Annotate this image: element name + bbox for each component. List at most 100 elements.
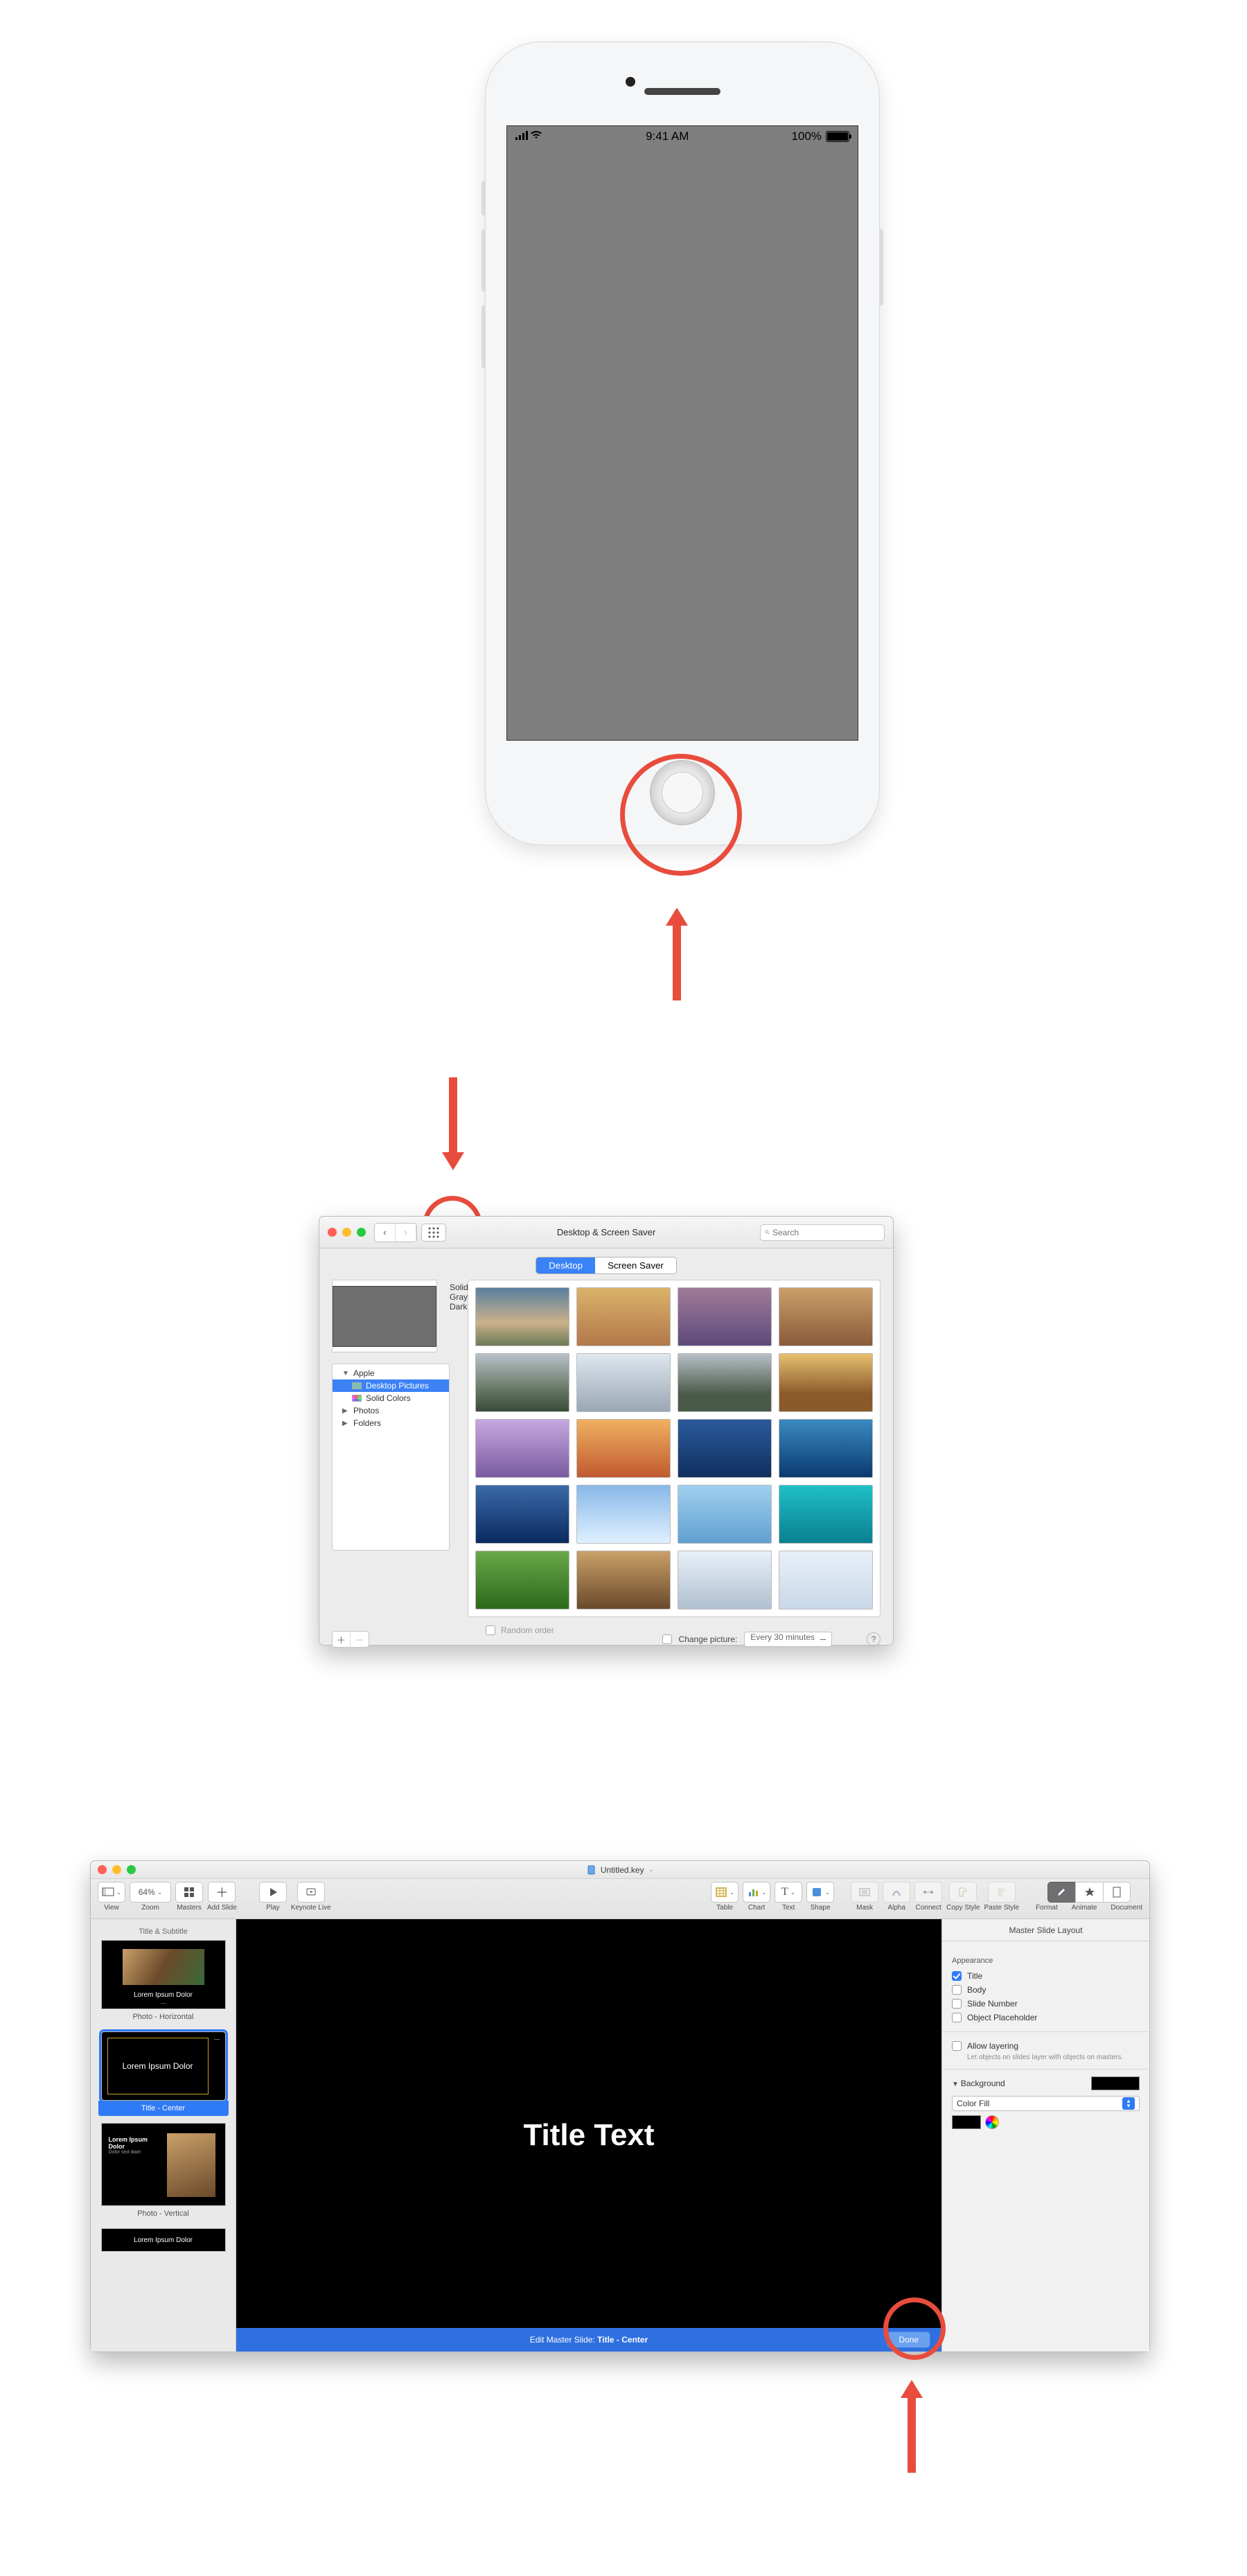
format-inspector: Master Slide Layout Appearance Title Bod…	[941, 1919, 1149, 2352]
fill-color-well[interactable]	[952, 2115, 981, 2129]
wallpaper-name: Solid Gray Dark	[450, 1280, 468, 1312]
copy-style-button[interactable]	[949, 1882, 977, 1903]
slide-number-checkbox[interactable]	[952, 1999, 962, 2009]
alpha-button[interactable]	[883, 1882, 910, 1903]
allow-layering-hint: Let objects on slides layer with objects…	[952, 2053, 1140, 2062]
remove-button[interactable]: －	[351, 1632, 369, 1647]
inspector-segmented[interactable]	[1047, 1882, 1131, 1903]
close-icon[interactable]	[98, 1865, 107, 1874]
table-button[interactable]: ⌄	[711, 1882, 739, 1903]
masters-icon	[183, 1886, 195, 1898]
tab-desktop[interactable]: Desktop	[536, 1258, 595, 1273]
add-button[interactable]: ＋	[333, 1632, 351, 1647]
play-button[interactable]	[259, 1882, 287, 1903]
background-heading: Background	[961, 2079, 1005, 2088]
wallpaper-thumb[interactable]	[576, 1419, 671, 1478]
search-input[interactable]	[772, 1228, 880, 1237]
canvas-title-text[interactable]: Title Text	[523, 2118, 654, 2153]
wallpaper-thumb[interactable]	[475, 1485, 569, 1544]
random-order-checkbox[interactable]	[486, 1625, 495, 1635]
inspector-header: Master Slide Layout	[942, 1919, 1149, 1941]
source-folders[interactable]: ▶Folders	[333, 1417, 449, 1429]
slide-canvas[interactable]: Title Text Edit Master Slide: Title - Ce…	[236, 1919, 941, 2352]
wallpaper-thumb[interactable]	[576, 1287, 671, 1346]
source-solid-colors[interactable]: Solid Colors	[333, 1392, 449, 1404]
color-wheel-button[interactable]	[985, 2115, 999, 2129]
background-disclosure[interactable]: ▼	[952, 2081, 961, 2088]
master-thumb-title-center[interactable]: Lorem Ipsum Dolor	[101, 2031, 226, 2101]
master-thumb-5[interactable]: Lorem Ipsum Dolor	[101, 2228, 226, 2252]
window-traffic-lights[interactable]	[98, 1865, 136, 1874]
fill-type-popup[interactable]: Color Fill ▴▾	[952, 2096, 1140, 2111]
wallpaper-thumb[interactable]	[475, 1551, 569, 1609]
wallpaper-thumb[interactable]	[576, 1551, 671, 1609]
add-remove-buttons[interactable]: ＋ －	[332, 1631, 369, 1648]
allow-layering-checkbox[interactable]	[952, 2041, 962, 2051]
close-icon[interactable]	[328, 1228, 337, 1237]
window-title: Desktop & Screen Saver	[557, 1227, 655, 1237]
wallpaper-thumb[interactable]	[475, 1287, 569, 1346]
title-chevron-icon[interactable]: ⌄	[648, 1866, 654, 1873]
wallpaper-thumb[interactable]	[475, 1353, 569, 1412]
battery-icon	[826, 131, 849, 142]
wallpaper-thumbnail-grid[interactable]	[468, 1280, 881, 1617]
window-traffic-lights[interactable]	[328, 1228, 366, 1237]
back-button[interactable]: ‹	[375, 1224, 396, 1242]
wallpaper-thumb[interactable]	[779, 1485, 873, 1544]
forward-button[interactable]: ›	[396, 1224, 416, 1242]
wallpaper-thumb[interactable]	[576, 1485, 671, 1544]
paste-style-button[interactable]	[988, 1882, 1016, 1903]
wallpaper-thumb[interactable]	[475, 1419, 569, 1478]
add-slide-button[interactable]: ＋	[208, 1882, 236, 1903]
chart-button[interactable]: ⌄	[743, 1882, 770, 1903]
slide-navigator[interactable]: Title & Subtitle Lorem Ipsum Dolor — Pho…	[91, 1919, 236, 2352]
document-button[interactable]	[1103, 1882, 1131, 1903]
show-all-button[interactable]	[421, 1224, 446, 1242]
keynote-live-label: Keynote Live	[291, 1904, 331, 1912]
keynote-window: Untitled.key ⌄ ⌄ View 64%⌄ Zoom Masters …	[90, 1860, 1150, 2352]
wallpaper-thumb[interactable]	[678, 1551, 772, 1609]
wallpaper-thumb[interactable]	[678, 1485, 772, 1544]
wallpaper-thumb[interactable]	[779, 1551, 873, 1609]
background-swatch[interactable]	[1091, 2076, 1140, 2090]
zoom-icon[interactable]	[357, 1228, 366, 1237]
master-thumb-photo-horizontal[interactable]: Lorem Ipsum Dolor —	[101, 1940, 226, 2009]
change-picture-checkbox[interactable]	[662, 1634, 672, 1644]
minimize-icon[interactable]	[342, 1228, 351, 1237]
nav-back-forward[interactable]: ‹ ›	[374, 1223, 417, 1242]
connect-button[interactable]	[914, 1882, 942, 1903]
desktop-screensaver-tabs[interactable]: Desktop Screen Saver	[536, 1257, 677, 1274]
mute-switch	[481, 181, 486, 215]
view-button[interactable]: ⌄	[98, 1882, 125, 1903]
body-checkbox[interactable]	[952, 1985, 962, 1995]
wallpaper-thumb[interactable]	[678, 1287, 772, 1346]
zoom-button[interactable]: 64%⌄	[130, 1882, 171, 1903]
view-icon	[102, 1886, 114, 1898]
wallpaper-source-list[interactable]: ▼Apple Desktop Pictures Solid Colors ▶Ph…	[332, 1364, 450, 1551]
wallpaper-thumb[interactable]	[779, 1287, 873, 1346]
change-interval-select[interactable]: Every 30 minutes	[744, 1632, 832, 1647]
zoom-icon[interactable]	[127, 1865, 136, 1874]
animate-button[interactable]	[1075, 1882, 1103, 1903]
text-button[interactable]: T⌄	[775, 1882, 802, 1903]
master-thumb-photo-vertical[interactable]: Lorem Ipsum Dolor Dolor sed diam	[101, 2123, 226, 2206]
minimize-icon[interactable]	[112, 1865, 121, 1874]
help-button[interactable]: ?	[867, 1632, 881, 1646]
search-field[interactable]	[760, 1224, 885, 1241]
format-button[interactable]	[1047, 1882, 1075, 1903]
mask-button[interactable]	[851, 1882, 878, 1903]
source-apple[interactable]: ▼Apple	[333, 1367, 449, 1379]
wallpaper-thumb[interactable]	[678, 1419, 772, 1478]
wallpaper-thumb[interactable]	[779, 1353, 873, 1412]
tab-screen-saver[interactable]: Screen Saver	[595, 1258, 676, 1273]
title-checkbox[interactable]	[952, 1971, 962, 1981]
source-desktop-pictures[interactable]: Desktop Pictures	[333, 1379, 449, 1392]
masters-button[interactable]	[175, 1882, 203, 1903]
object-placeholder-checkbox[interactable]	[952, 2013, 962, 2022]
wallpaper-thumb[interactable]	[779, 1419, 873, 1478]
wallpaper-thumb[interactable]	[576, 1353, 671, 1412]
keynote-live-button[interactable]	[297, 1882, 325, 1903]
wallpaper-thumb[interactable]	[678, 1353, 772, 1412]
shape-button[interactable]: ⌄	[806, 1882, 834, 1903]
source-photos[interactable]: ▶Photos	[333, 1404, 449, 1417]
